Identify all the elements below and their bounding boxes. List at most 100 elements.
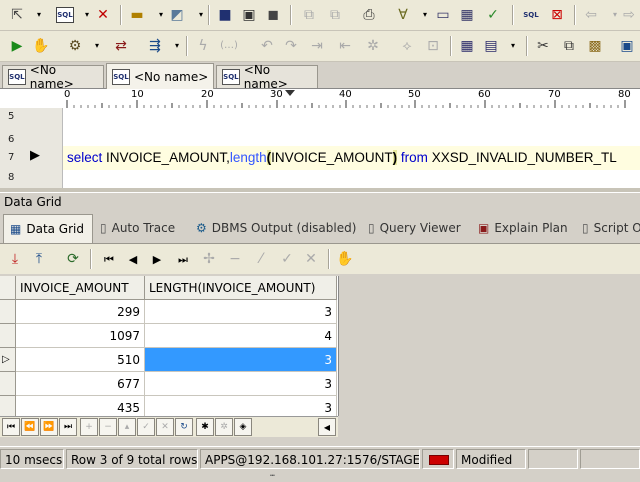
refresh-grid-icon[interactable]: ⟳ (62, 248, 84, 270)
navigator-icon[interactable]: ⇱ (6, 4, 28, 26)
table-icon[interactable]: ▤ (480, 35, 502, 57)
save-as-icon[interactable]: ▣ (238, 4, 260, 26)
toolbar-separator (90, 249, 92, 269)
save-all-icon[interactable]: ◼ (262, 4, 284, 26)
nav-next-page-icon[interactable]: ⏩ (40, 418, 58, 436)
open-folder-icon[interactable]: ▬ (126, 4, 148, 26)
nav-prior-page-icon[interactable]: ⏪ (21, 418, 39, 436)
dropdown-arrow-icon[interactable]: ▾ (28, 4, 50, 26)
sql-editor[interactable]: 5 6 7 8 ▶ select INVOICE_AMOUNT,length(I… (0, 108, 640, 188)
check-icon[interactable]: ✓ (482, 4, 504, 26)
scroll-left-icon[interactable]: ◀ (318, 418, 336, 436)
current-row-indicator[interactable]: ▷ (0, 348, 16, 372)
tab-query-viewer[interactable]: ▯ Query Viewer (364, 214, 472, 242)
new-sql-icon[interactable]: SQL (54, 4, 76, 26)
nav-filter-icon[interactable]: ◈ (234, 418, 252, 436)
grid-icon[interactable]: ▦ (456, 35, 478, 57)
results-grid[interactable]: INVOICE_AMOUNT LENGTH(INVOICE_AMOUNT) 29… (0, 276, 339, 416)
tab-label: Query Viewer (379, 221, 461, 235)
close-sql-icon[interactable]: ✕ (92, 4, 114, 26)
tab-label: Auto Trace (111, 221, 176, 235)
print-icon[interactable]: ⎙ (358, 4, 380, 26)
editor-tab-2[interactable]: SQL <No name> (106, 63, 214, 89)
column-header[interactable]: LENGTH(INVOICE_AMOUNT) (145, 276, 337, 300)
row-indicator[interactable] (0, 396, 16, 416)
grid-cell[interactable]: 299 (16, 300, 145, 324)
format-sql-icon[interactable]: SQL (520, 4, 542, 26)
grid-cell[interactable]: 1097 (16, 324, 145, 348)
grid-cell-selected[interactable]: 3 (145, 348, 337, 372)
document-icon: ▯ (100, 221, 107, 235)
grid-toolbar: ⤓ ⤒ ⟳ ⏮ ◀ ▶ ⏭ ✢ − ⁄ ✓ ✕ ✋ (0, 244, 640, 274)
next-record-icon[interactable]: ▶ (146, 248, 168, 270)
select-all-icon[interactable]: ▣ (616, 35, 638, 57)
grid-icon: ▦ (10, 222, 22, 236)
column-header[interactable]: INVOICE_AMOUNT (16, 276, 145, 300)
tab-label: Explain Plan (494, 221, 568, 235)
cut-icon[interactable]: ✂ (532, 35, 554, 57)
tab-data-grid[interactable]: ▦ Data Grid (3, 214, 93, 243)
tab-auto-trace[interactable]: ▯ Auto Trace (96, 214, 188, 242)
grid-cell[interactable]: 435 (16, 396, 145, 416)
grid-cell[interactable]: 3 (145, 300, 337, 324)
uncomment-disabled-icon: ⊡ (427, 38, 439, 54)
nav-first-icon[interactable]: ⏮ (2, 418, 20, 436)
copy-disabled-icon: ⧉ (304, 7, 314, 23)
window-icon[interactable]: ▭ (432, 4, 454, 26)
lightning-disabled-icon: ϟ (198, 38, 208, 54)
prior-record-icon[interactable]: ◀ (122, 248, 144, 270)
grid-cell[interactable]: 3 (145, 396, 337, 416)
load-icon[interactable]: ◩ (166, 4, 188, 26)
row-indicator-header (0, 276, 16, 300)
row-indicator[interactable] (0, 300, 16, 324)
editor-tab-1[interactable]: SQL <No name> (2, 63, 104, 91)
editor-tab-3[interactable]: SQL <No name> (216, 63, 318, 91)
dropdown-arrow-icon[interactable]: ▾ (502, 35, 524, 57)
grid-cell[interactable]: 677 (16, 372, 145, 396)
dropdown-arrow-icon[interactable]: ▾ (86, 35, 108, 57)
toolbar-separator (526, 36, 528, 56)
copy-icon[interactable]: ⧉ (558, 35, 580, 57)
status-connection: APPS@192.168.101.27:1576/STAGE (200, 449, 420, 469)
save-icon[interactable]: ■ (214, 4, 236, 26)
document-icon: ▯ (582, 221, 589, 235)
row-indicator[interactable] (0, 372, 16, 396)
line-number: 6 (8, 134, 15, 145)
dropdown-arrow-icon[interactable]: ▾ (166, 35, 188, 57)
line-number: 5 (8, 111, 15, 122)
row-indicator[interactable] (0, 324, 16, 348)
comment-disabled-icon: ⟡ (402, 38, 412, 54)
current-line-arrow-icon: ▶ (30, 148, 40, 163)
grid-cell[interactable]: 4 (145, 324, 337, 348)
paste-icon[interactable]: ▩ (584, 35, 606, 57)
stop-disabled-icon: ✋ (32, 38, 50, 54)
execute-icon[interactable]: ▶ (6, 35, 28, 57)
export-icon[interactable]: ⤓ (4, 248, 26, 270)
commit-icon[interactable]: ⇄ (110, 35, 132, 57)
undo-disabled-icon: ↶ (261, 38, 273, 54)
nav-last-icon[interactable]: ⏭ (59, 418, 77, 436)
grid-cell[interactable]: 3 (145, 372, 337, 396)
tab-dbms-output[interactable]: ⚙ DBMS Output (disabled) (192, 214, 360, 242)
ruler-mark: 50 (408, 89, 421, 100)
import-icon[interactable]: ⤒ (28, 248, 50, 270)
last-record-icon[interactable]: ⏭ (172, 248, 194, 270)
sql-statement: select INVOICE_AMOUNT,length(INVOICE_AMO… (67, 150, 617, 165)
toolbar-separator (450, 36, 452, 56)
layout-icon[interactable]: ▦ (456, 4, 478, 26)
unformat-sql-icon[interactable]: ⊠ (546, 4, 568, 26)
grid-cell[interactable]: 510 (16, 348, 145, 372)
first-record-icon[interactable]: ⏮ (98, 248, 120, 270)
hand-icon[interactable]: ✋ (334, 248, 356, 270)
nav-bookmark-icon[interactable]: ✱ (196, 418, 214, 436)
execute-script-icon[interactable]: ⚙ (64, 35, 86, 57)
nav-delete-icon: − (99, 418, 117, 436)
resize-grip-icon[interactable]: ┅ (270, 471, 275, 480)
filter-icon[interactable]: ∀ (392, 4, 414, 26)
tab-script-output[interactable]: ▯ Script Output (578, 214, 640, 242)
nav-refresh-icon[interactable]: ↻ (175, 418, 193, 436)
explain-icon[interactable]: ⇶ (144, 35, 166, 57)
post-edit-disabled-icon: ✓ (281, 251, 293, 267)
tab-explain-plan[interactable]: ▣ Explain Plan (474, 214, 574, 242)
modified-flag-icon (429, 455, 449, 465)
